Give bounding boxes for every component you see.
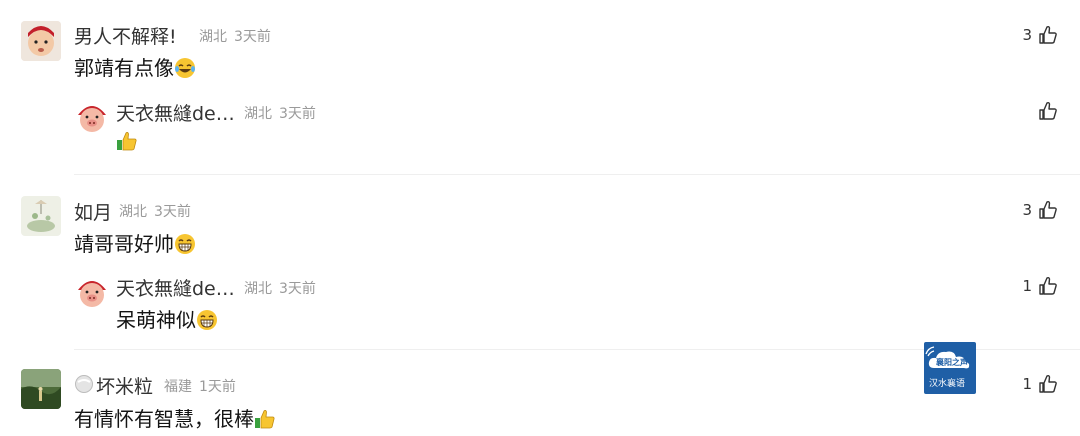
thumbs-up-icon: [1039, 374, 1057, 393]
comment-author[interactable]: 坏米粒: [96, 372, 153, 399]
comment-location: 湖北: [199, 29, 227, 45]
avatar[interactable]: [21, 369, 61, 409]
comment-text: 靖哥哥好帅: [74, 228, 196, 257]
comment-time: 1天前: [199, 379, 236, 395]
user-badge-icon: [74, 374, 94, 394]
comment-location: 福建: [164, 379, 192, 395]
avatar[interactable]: [21, 21, 61, 61]
watermark-line1: 襄阳之声: [936, 358, 968, 367]
comment-text-content: 郭靖有点像: [74, 56, 174, 80]
like-count: 1: [1022, 375, 1032, 393]
watermark-line2: 汉水襄语: [929, 379, 966, 389]
reply-author[interactable]: 天衣無縫de…: [116, 99, 235, 126]
thumbs-up-icon: [1039, 200, 1057, 219]
comment-text-content: 有情怀有智慧，很棒: [74, 407, 254, 431]
grin-emoji: [197, 310, 217, 330]
comment-author[interactable]: 如月: [74, 198, 112, 225]
like-button[interactable]: 1: [1022, 374, 1058, 394]
like-button[interactable]: 3: [1022, 200, 1058, 220]
comment-author[interactable]: 男人不解释!: [74, 22, 177, 49]
thumbs-up-emoji: [255, 410, 275, 429]
reply-location: 湖北: [244, 106, 272, 122]
watermark-logo: 襄阳之声 汉水襄语: [924, 342, 976, 394]
comment-time: 3天前: [234, 29, 271, 45]
like-count: 1: [1022, 277, 1032, 295]
reply-text: 呆萌神似: [116, 304, 218, 333]
reply-time: 3天前: [279, 106, 316, 122]
like-count: 3: [1022, 26, 1032, 44]
thumbs-up-emoji: [117, 132, 137, 151]
like-count: 3: [1022, 201, 1032, 219]
reply-author[interactable]: 天衣無縫de…: [116, 274, 235, 301]
reply-text: [116, 130, 138, 152]
laugh-cry-emoji: [175, 58, 195, 78]
comment-text: 有情怀有智慧，很棒: [74, 403, 276, 432]
like-button[interactable]: 3: [1022, 25, 1058, 45]
avatar[interactable]: [74, 274, 110, 310]
grin-emoji: [175, 234, 195, 254]
thumbs-up-icon: [1039, 276, 1057, 295]
like-button[interactable]: [1032, 101, 1058, 121]
comment-time: 3天前: [154, 204, 191, 220]
avatar[interactable]: [21, 196, 61, 236]
comment-text-content: 靖哥哥好帅: [74, 232, 174, 256]
thumbs-up-icon: [1039, 25, 1057, 44]
reply-time: 3天前: [279, 281, 316, 297]
like-button[interactable]: 1: [1022, 276, 1058, 296]
comment-location: 湖北: [119, 204, 147, 220]
avatar[interactable]: [74, 99, 110, 135]
reply-location: 湖北: [244, 281, 272, 297]
reply-text-content: 呆萌神似: [116, 308, 196, 332]
divider: [74, 174, 1080, 175]
comment-text: 郭靖有点像: [74, 52, 196, 81]
thumbs-up-icon: [1039, 101, 1057, 120]
